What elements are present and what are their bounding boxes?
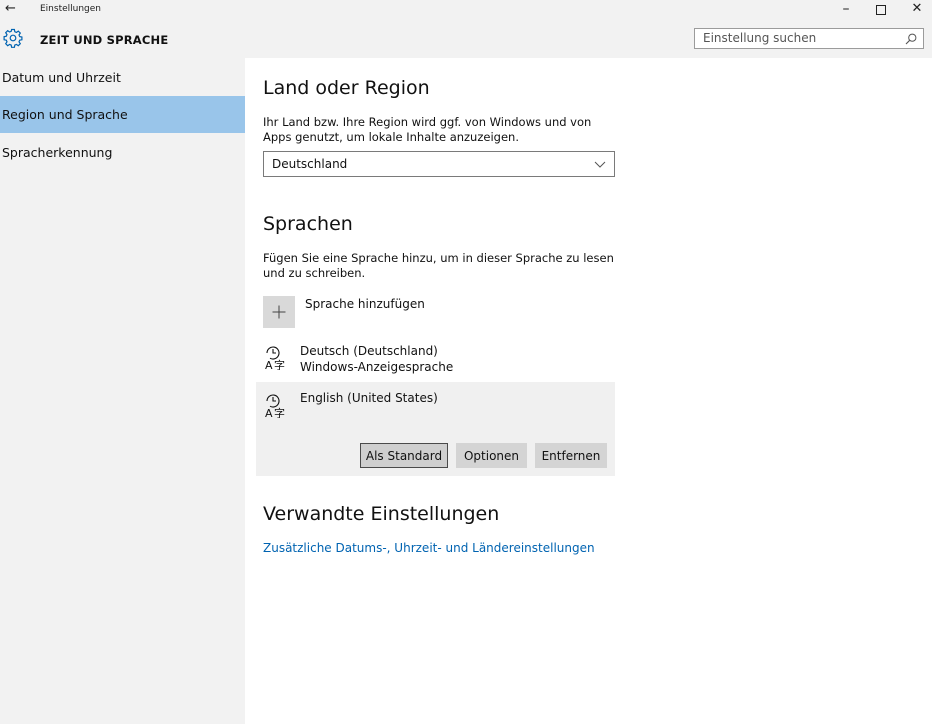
sidebar: Datum und Uhrzeit Region und Sprache Spr… xyxy=(0,58,245,724)
search-box[interactable] xyxy=(694,28,924,49)
settings-header: ZEIT UND SPRACHE xyxy=(0,20,932,58)
search-input[interactable] xyxy=(703,31,903,45)
language-subtitle: Windows-Anzeigesprache xyxy=(300,360,454,374)
language-name: English (United States) xyxy=(300,391,438,405)
region-description: Ihr Land bzw. Ihre Region wird ggf. von … xyxy=(263,115,592,144)
maximize-button[interactable] xyxy=(863,0,899,20)
svg-text:字: 字 xyxy=(274,406,285,418)
maximize-icon xyxy=(876,4,886,15)
chevron-down-icon xyxy=(594,161,606,168)
set-default-button[interactable]: Als Standard xyxy=(360,443,448,468)
main-content: Land oder Region Ihr Land bzw. Ihre Regi… xyxy=(245,58,932,724)
plus-icon xyxy=(272,305,286,319)
languages-heading: Sprachen xyxy=(263,213,353,235)
title-bar: ← Einstellungen – ✕ xyxy=(0,0,932,20)
language-item-english[interactable]: A 字 English (United States) Als Standard… xyxy=(256,382,615,476)
remove-button[interactable]: Entfernen xyxy=(535,443,607,468)
languages-description: Fügen Sie eine Sprache hinzu, um in dies… xyxy=(263,251,614,280)
related-settings-heading: Verwandte Einstellungen xyxy=(263,503,500,525)
sidebar-item-datum-und-uhrzeit[interactable]: Datum und Uhrzeit xyxy=(0,59,245,96)
minimize-button[interactable]: – xyxy=(828,0,864,20)
sidebar-item-spracherkennung[interactable]: Spracherkennung xyxy=(0,134,245,171)
options-button[interactable]: Optionen xyxy=(456,443,527,468)
language-item-deutsch[interactable]: A 字 Deutsch (Deutschland) Windows-Anzeig… xyxy=(256,336,615,382)
svg-text:字: 字 xyxy=(274,358,285,370)
region-dropdown-value: Deutschland xyxy=(272,157,348,171)
gear-icon xyxy=(3,28,23,48)
region-dropdown[interactable]: Deutschland xyxy=(263,151,615,177)
language-icon: A 字 xyxy=(265,394,285,418)
additional-date-time-region-link[interactable]: Zusätzliche Datums-, Uhrzeit- und Länder… xyxy=(263,541,595,555)
add-icon-box xyxy=(263,296,295,328)
language-name: Deutsch (Deutschland) xyxy=(300,344,438,358)
add-language-label: Sprache hinzufügen xyxy=(305,297,425,311)
window-title: Einstellungen xyxy=(40,4,102,14)
sidebar-item-region-und-sprache[interactable]: Region und Sprache xyxy=(0,96,245,133)
svg-text:A: A xyxy=(265,359,273,370)
close-button[interactable]: ✕ xyxy=(899,0,932,20)
page-title: ZEIT UND SPRACHE xyxy=(40,33,169,47)
search-icon[interactable] xyxy=(905,33,917,45)
back-arrow-icon[interactable]: ← xyxy=(5,1,16,16)
region-heading: Land oder Region xyxy=(263,77,430,99)
svg-text:A: A xyxy=(265,407,273,418)
language-icon: A 字 xyxy=(265,346,285,370)
